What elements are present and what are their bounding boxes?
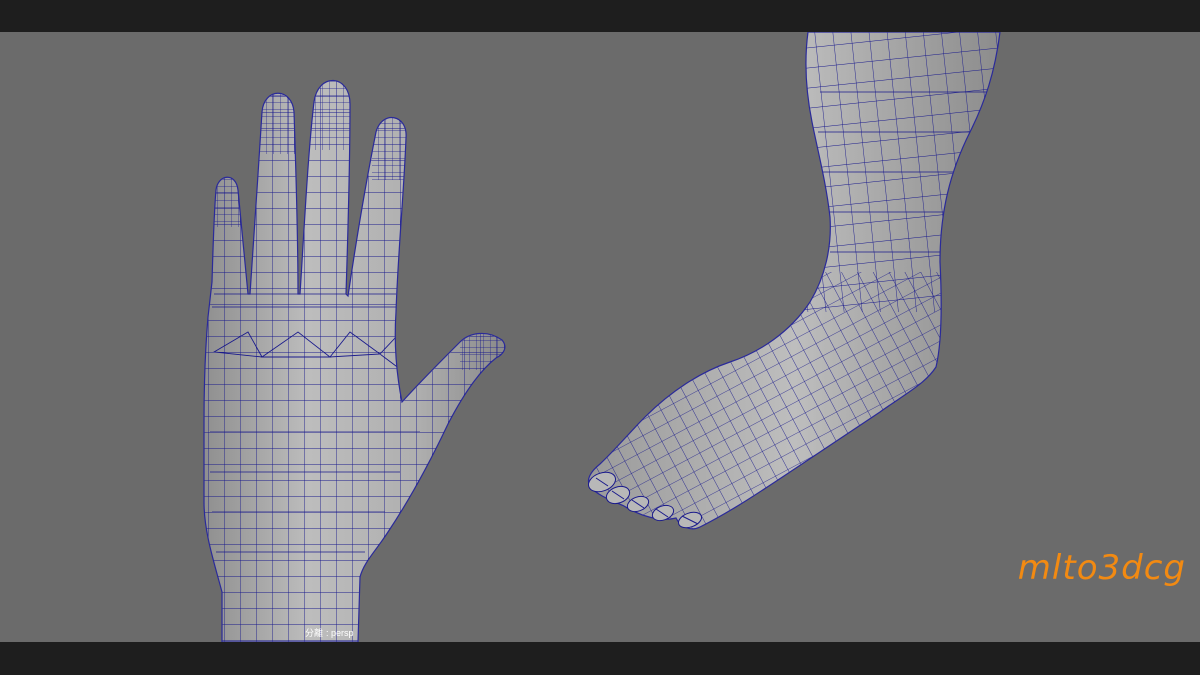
app-window: 分離: persp mlto3dcg — [0, 0, 1200, 675]
camera-label: 分離: persp — [305, 628, 354, 638]
watermark-logo: mlto3dcg — [1017, 548, 1186, 588]
hand-model[interactable] — [200, 70, 510, 642]
top-letterbox — [0, 0, 1200, 32]
bottom-letterbox — [0, 642, 1200, 675]
foot-model[interactable] — [580, 32, 1010, 542]
